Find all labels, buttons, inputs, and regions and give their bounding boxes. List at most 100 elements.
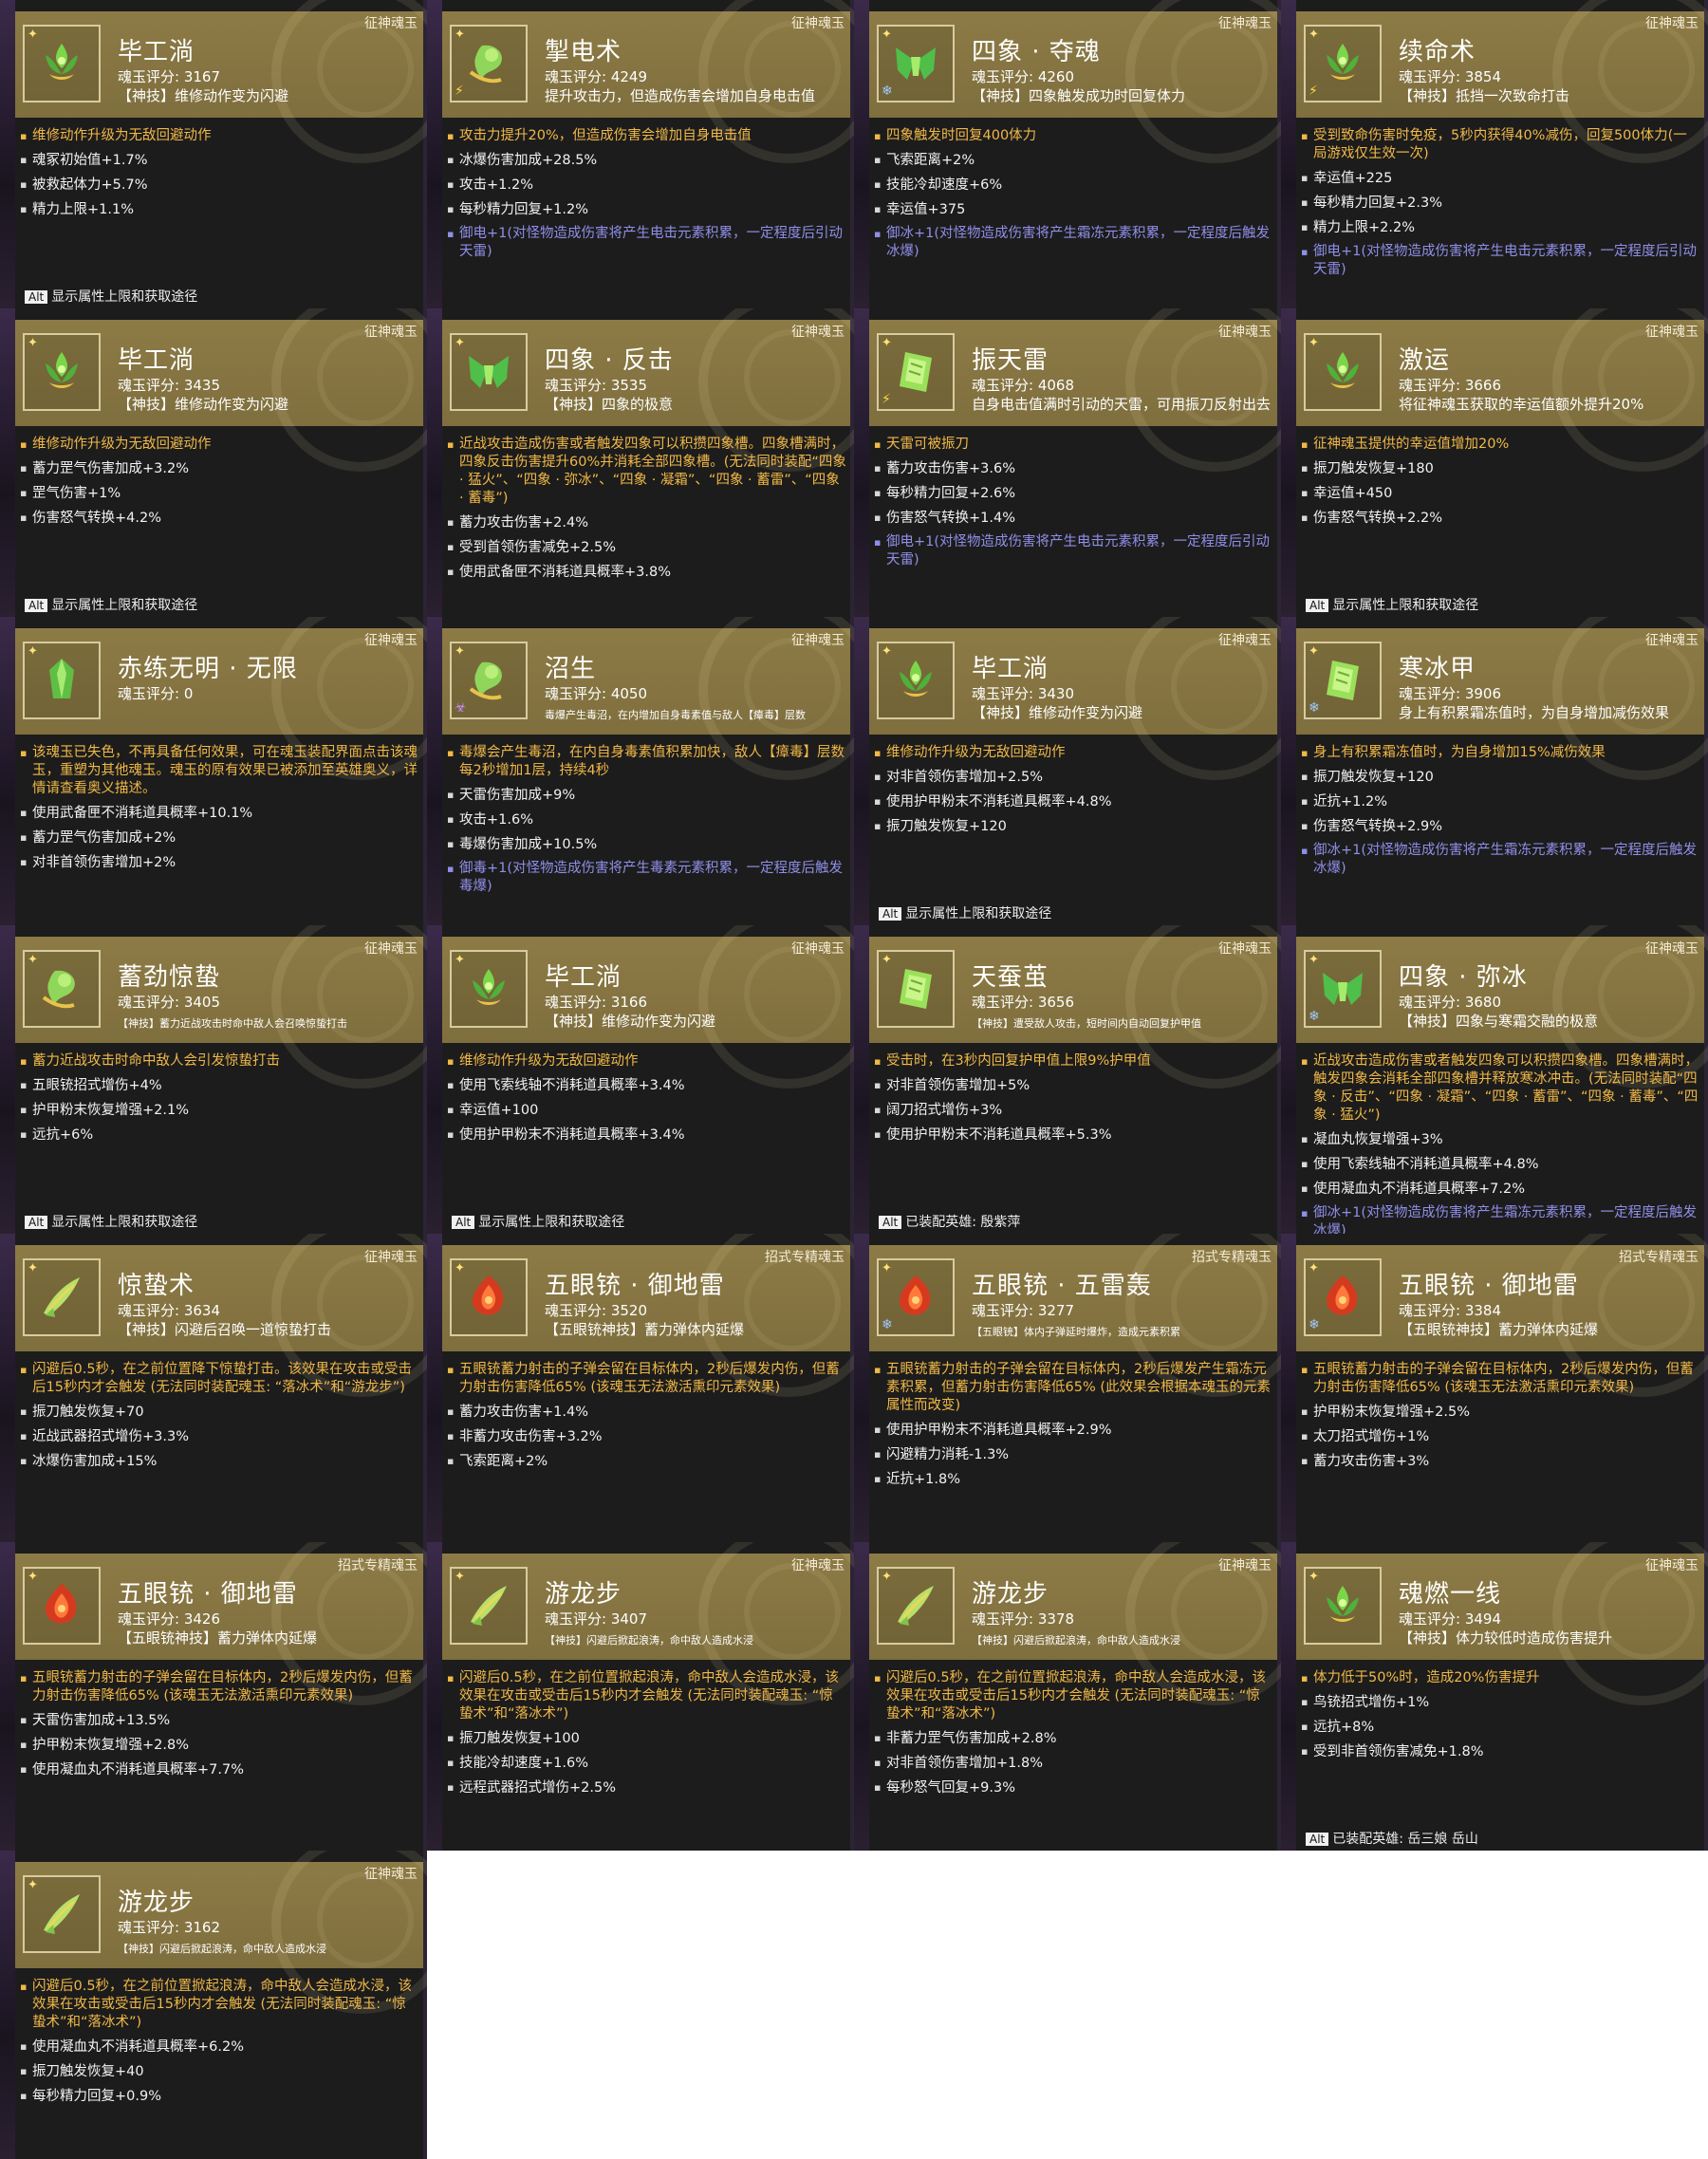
jade-score: 魂玉评分: 3854 (1399, 68, 1501, 85)
stat-line: 每秒精力回复+0.9% (20, 2084, 419, 2109)
jade-effect-summary: 自身电击值满时引动的天雷，可用振刀反射出去 (972, 396, 1272, 413)
jade-name: 掣电术 (545, 38, 622, 66)
stat-line: 维修动作升级为无敌回避动作 (20, 432, 419, 456)
soul-jade-card[interactable]: 招式专精魂玉 ✦ 五眼铳 · 御地雷 魂玉评分: 3426 【五眼铳神技】蓄力弹… (0, 1542, 427, 1851)
soul-jade-card[interactable]: 征神魂玉 ✦ ❄ 寒冰甲 魂玉评分: 3906 身上有积累霜冻值时，为自身增加减… (1281, 617, 1708, 925)
soul-jade-card[interactable]: 征神魂玉 ✦ ⚡ 续命术 魂玉评分: 3854 【神技】抵挡一次致命打击 受到致… (1281, 0, 1708, 308)
element-badge-icon: ❄ (882, 1317, 893, 1332)
soul-jade-card[interactable]: 征神魂玉 ✦ 毕工淌 魂玉评分: 3167 【神技】维修动作变为闪避 维修动作升… (0, 0, 427, 308)
element-badge-icon: ⚡ (882, 392, 891, 407)
card-header: 征神魂玉 ✦ 游龙步 魂玉评分: 3407 【神技】闪避后掀起浪涛，命中敌人造成… (442, 1542, 854, 1705)
soul-jade-card[interactable]: 征神魂玉 ✦ 激运 魂玉评分: 3666 将征神魂玉获取的幸运值额外提升20% … (1281, 308, 1708, 617)
soul-jade-card[interactable]: 征神魂玉 ✦ 毕工淌 魂玉评分: 3166 【神技】维修动作变为闪避 维修动作升… (427, 925, 854, 1234)
soul-jade-card[interactable]: 征神魂玉 ✦ 游龙步 魂玉评分: 3162 【神技】闪避后掀起浪涛，命中敌人造成… (0, 1851, 427, 2159)
stat-line: 五眼铳蓄力射击的子弹会留在目标体内，2秒后爆发产生霜冻元素积累，但蓄力射击伤害降… (874, 1357, 1273, 1418)
soul-jade-card[interactable]: 征神魂玉 ✦ 四象 · 反击 魂玉评分: 3535 【神技】四象的极意 近战攻击… (427, 308, 854, 617)
soul-jade-card[interactable]: 征神魂玉 ✦ 赤练无明 · 无限 魂玉评分: 0 该魂玉已失色，不再具备任何效果… (0, 617, 427, 925)
soul-jade-card[interactable]: 征神魂玉 ✦ ❄ 四象 · 弥冰 魂玉评分: 3680 【神技】四象与寒霜交融的… (1281, 925, 1708, 1234)
jade-name: 寒冰甲 (1399, 655, 1476, 683)
footer-hint-text: 显示属性上限和获取途径 (905, 906, 1052, 921)
jade-effect-summary: 【神技】遭受敌人攻击，短时间内自动回复护甲值 (972, 1017, 1201, 1030)
stat-line: 受到首领伤害减免+2.5% (447, 535, 846, 560)
card-header: 征神魂玉 ✦ 毕工淌 魂玉评分: 3166 【神技】维修动作变为闪避 (442, 925, 854, 1089)
card-header: 征神魂玉 ✦ ❄ 寒冰甲 魂玉评分: 3906 身上有积累霜冻值时，为自身增加减… (1296, 617, 1708, 780)
stat-line: 近战武器招式增伤+3.3% (20, 1424, 419, 1449)
soul-jade-card[interactable]: 征神魂玉 ✦ 毕工淌 魂玉评分: 3430 【神技】维修动作变为闪避 维修动作升… (854, 617, 1281, 925)
footer-hint: Alt 显示属性上限和获取途径 (1306, 595, 1478, 614)
category-tag: 征神魂玉 (791, 1558, 845, 1573)
soul-jade-card[interactable]: 征神魂玉 ✦ 蓄劲惊蛰 魂玉评分: 3405 【神技】蓄力近战攻击时命中敌人会召… (0, 925, 427, 1234)
soul-jade-card[interactable]: 招式专精魂玉 ✦ ❄ 五眼铳 · 御地雷 魂玉评分: 3384 【五眼铳神技】蓄… (1281, 1234, 1708, 1542)
soul-jade-card[interactable]: 征神魂玉 ✦ 天蚕茧 魂玉评分: 3656 【神技】遭受敌人攻击，短时间内自动回… (854, 925, 1281, 1234)
stat-line: 幸运值+225 (1301, 166, 1700, 191)
soul-jade-card[interactable]: 征神魂玉 ✦ 魂燃一线 魂玉评分: 3494 【神技】体力较低时造成伤害提升 体… (1281, 1542, 1708, 1851)
background-strip (854, 925, 869, 1234)
stat-list: 征神魂玉提供的幸运值增加20%振刀触发恢复+180幸运值+450伤害怒气转换+2… (1296, 426, 1704, 617)
stat-line: 凝血丸恢复增强+3% (1301, 1127, 1700, 1152)
soul-jade-card[interactable]: 征神魂玉 ✦ 游龙步 魂玉评分: 3407 【神技】闪避后掀起浪涛，命中敌人造成… (427, 1542, 854, 1851)
category-tag: 招式专精魂玉 (1192, 1250, 1272, 1265)
jade-icon-frame: ✦ (877, 642, 955, 719)
jade-effect-summary: 【神技】维修动作变为闪避 (118, 396, 289, 413)
card-header: 征神魂玉 ✦ ☣ 沼生 魂玉评分: 4050 毒爆产生毒沼，在内增加自身毒素值与… (442, 617, 854, 780)
soul-jade-card[interactable]: 征神魂玉 ✦ ⚡ 振天雷 魂玉评分: 4068 自身电击值满时引动的天雷，可用振… (854, 308, 1281, 617)
soul-jade-card[interactable]: 征神魂玉 ✦ 惊蛰术 魂玉评分: 3634 【神技】闪避后召唤一道惊蛰打击 闪避… (0, 1234, 427, 1542)
jade-score: 魂玉评分: 3520 (545, 1302, 647, 1319)
stat-line: 该魂玉已失色，不再具备任何效果，可在魂玉装配界面点击该魂玉，重塑为其他魂玉。魂玉… (20, 740, 419, 801)
stat-line: 御冰+1(对怪物造成伤害将产生霜冻元素积累，一定程度后触发冰爆) (1301, 839, 1700, 878)
jade-icon-frame: ✦ (23, 333, 101, 411)
soul-jade-tooltip-grid: 征神魂玉 ✦ 毕工淌 魂玉评分: 3167 【神技】维修动作变为闪避 维修动作升… (0, 0, 1708, 2159)
jade-name: 惊蛰术 (118, 1272, 195, 1300)
card-header: 征神魂玉 ✦ 四象 · 反击 魂玉评分: 3535 【神技】四象的极意 (442, 308, 854, 472)
background-strip (854, 1234, 869, 1542)
soul-jade-card[interactable]: 征神魂玉 ✦ 游龙步 魂玉评分: 3378 【神技】闪避后掀起浪涛，命中敌人造成… (854, 1542, 1281, 1851)
jade-name: 沼生 (545, 655, 597, 683)
jade-effect-summary: 身上有积累霜冻值时，为自身增加减伤效果 (1399, 704, 1670, 721)
stat-line: 护甲粉末恢复增强+2.5% (1301, 1400, 1700, 1424)
category-tag: 征神魂玉 (791, 16, 845, 31)
jade-effect-summary: 提升攻击力，但造成伤害会增加自身电击值 (545, 87, 816, 104)
background-strip (0, 308, 15, 617)
stat-line: 近战攻击造成伤害或者触发四象可以积攒四象槽。四象槽满时，四象反击伤害提升60%并… (447, 432, 846, 511)
category-tag: 征神魂玉 (1645, 325, 1699, 340)
footer-hint-text: 已装配英雄: 岳三娘 岳山 (1332, 1832, 1478, 1847)
stat-list: 闪避后0.5秒，在之前位置掀起浪涛，命中敌人会造成水浸，该效果在攻击或受击后15… (15, 1968, 423, 2159)
category-tag: 招式专精魂玉 (765, 1250, 845, 1265)
stat-line: 维修动作升级为无敌回避动作 (874, 740, 1273, 765)
jade-score: 魂玉评分: 4260 (972, 68, 1074, 85)
stat-list: 维修动作升级为无敌回避动作使用飞索线轴不消耗道具概率+3.4%幸运值+100使用… (442, 1043, 850, 1234)
stat-line: 闪避后0.5秒，在之前位置掀起浪涛，命中敌人会造成水浸，该效果在攻击或受击后15… (874, 1666, 1273, 1726)
background-strip (427, 617, 442, 925)
stat-line: 蓄力攻击伤害+3% (1301, 1449, 1700, 1474)
stat-line: 飞索距离+2% (874, 148, 1273, 173)
stat-line: 五眼铳蓄力射击的子弹会留在目标体内，2秒后爆发内伤，但蓄力射击伤害降低65% (… (1301, 1357, 1700, 1400)
green-lotus-gem-icon (1317, 1580, 1368, 1631)
background-strip (0, 1234, 15, 1542)
category-tag: 征神魂玉 (364, 1250, 418, 1265)
soul-jade-card[interactable]: 招式专精魂玉 ✦ ❄ 五眼铳 · 五雷轰 魂玉评分: 3277 【五眼铳】体内子… (854, 1234, 1281, 1542)
stat-line: 技能冷却速度+1.6% (447, 1751, 846, 1776)
stat-line: 伤害怒气转换+1.4% (874, 506, 1273, 530)
soul-jade-card[interactable]: 征神魂玉 ✦ ⚡ 掣电术 魂玉评分: 4249 提升攻击力，但造成伤害会增加自身… (427, 0, 854, 308)
category-tag: 征神魂玉 (1218, 16, 1272, 31)
stat-line: 四象触发时回复400体力 (874, 123, 1273, 148)
stat-line: 蓄力罡气伤害加成+3.2% (20, 456, 419, 481)
jade-score: 魂玉评分: 3162 (118, 1919, 220, 1936)
stat-line: 御电+1(对怪物造成伤害将产生电击元素积累，一定程度后引动天雷) (874, 530, 1273, 569)
stat-line: 天雷伤害加成+9% (447, 783, 846, 808)
category-tag: 征神魂玉 (1645, 1558, 1699, 1573)
jade-score: 魂玉评分: 3535 (545, 377, 647, 394)
stat-line: 对非首领伤害增加+5% (874, 1073, 1273, 1098)
stat-line: 鸟铳招式增伤+1% (1301, 1690, 1700, 1715)
soul-jade-card[interactable]: 征神魂玉 ✦ 毕工淌 魂玉评分: 3435 【神技】维修动作变为闪避 维修动作升… (0, 308, 427, 617)
jade-score: 魂玉评分: 4068 (972, 377, 1074, 394)
stat-line: 使用凝血丸不消耗道具概率+6.2% (20, 2035, 419, 2059)
jade-score: 魂玉评分: 3666 (1399, 377, 1501, 394)
soul-jade-card[interactable]: 招式专精魂玉 ✦ 五眼铳 · 御地雷 魂玉评分: 3520 【五眼铳神技】蓄力弹… (427, 1234, 854, 1542)
soul-jade-card[interactable]: 征神魂玉 ✦ ☣ 沼生 魂玉评分: 4050 毒爆产生毒沼，在内增加自身毒素值与… (427, 617, 854, 925)
soul-jade-card[interactable]: 征神魂玉 ✦ ❄ 四象 · 夺魂 魂玉评分: 4260 【神技】四象触发成功时回… (854, 0, 1281, 308)
jade-icon-frame: ✦ ❄ (1304, 1258, 1382, 1336)
stat-line: 被救起体力+5.7% (20, 173, 419, 197)
poison-sprite-gem-icon (463, 655, 514, 706)
stat-line: 天雷可被振刀 (874, 432, 1273, 456)
